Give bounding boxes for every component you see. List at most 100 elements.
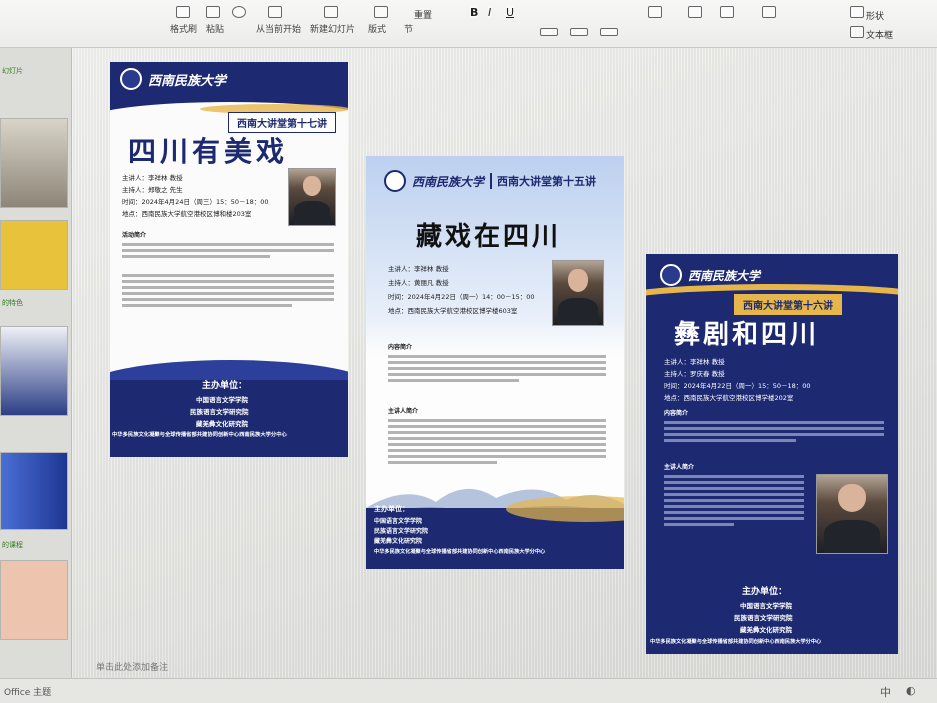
speaker-portrait [552,260,604,326]
slide-thumbnail[interactable] [0,452,68,530]
sponsor-item: 中国语言文学学院 [374,518,423,525]
school-name: 西南民族大学 [688,268,761,283]
play-icon[interactable] [268,6,282,18]
slide-thumbnail[interactable] [0,118,68,208]
school-seal-icon [660,264,682,286]
scissors-icon[interactable] [232,6,246,18]
theme-label: Office 主题 [4,688,52,698]
thumbnail-label: 的特色 [2,299,23,307]
speaker-line: 主讲人：李祥林 教授 [664,358,725,366]
format-painter-button[interactable]: 格式刷 [170,22,197,35]
columns-icon[interactable] [720,6,734,18]
bio-text [388,416,606,467]
intro-text [664,418,884,445]
ribbon-toolbar: 格式刷 粘贴 从当前开始 新建幻灯片 版式 重置 节 B I U 形状 文本框 [0,0,937,48]
poster-yi-opera[interactable]: 西南民族大学 西南大讲堂第十六讲 彝剧和四川 主讲人：李祥林 教授 主持人：罗庆… [646,254,898,654]
status-bar: Office 主题 中 ◐ [0,678,937,703]
speaker-portrait [816,474,888,554]
school-seal-icon [120,68,142,90]
notes-placeholder[interactable]: 单击此处添加备注 [96,660,168,673]
school-logo: 西南民族大学 [660,264,898,286]
sponsor-item: 中华多民族文化凝聚与全球传播省部共建协同创新中心西南民族大学分中心 [374,549,546,555]
thumbnail-label: 幻灯片 [2,67,23,75]
slide-thumbnail-pane: 幻灯片 的特色 的课程 [0,48,72,678]
school-name: 西南民族大学 [148,73,227,89]
start-from-current-button[interactable]: 从当前开始 [256,22,301,35]
host-line: 主持人：黄丽凡 教授 [388,279,449,287]
school-logo: 西南民族大学 西南大讲堂第十五讲 [384,170,624,192]
ime-indicator[interactable]: 中 [880,684,891,700]
poster-sichuan-opera[interactable]: 西南民族大学 西南大讲堂第十七讲 四川有美戏 主讲人：李祥林 教授 主持人：郑敬… [110,62,348,457]
bold-icon[interactable]: B [470,6,479,19]
poster-title: 四川有美戏 [128,135,289,168]
intro-text [388,352,606,385]
shape-button[interactable]: 形状 [866,9,884,22]
thumbnail-label: 的课程 [2,541,23,549]
new-slide-button[interactable]: 新建幻灯片 [310,22,355,35]
poster-title: 藏戏在四川 [416,222,562,252]
sponsor-item: 中华多民族文化凝聚与全球传播省部共建协同创新中心西南民族大学分中心 [650,639,822,645]
sponsor-item: 藏羌彝文化研究院 [740,626,792,634]
slide-thumbnail[interactable] [0,220,68,290]
event-info: 主讲人：李祥林 教授 主持人：黄丽凡 教授 时间：2024年4月22日（周一）1… [388,262,558,318]
shape-icon[interactable] [850,6,864,18]
format-painter-icon[interactable] [176,6,190,18]
sponsor-heading: 主办单位： [374,505,409,513]
lecture-badge: 西南大讲堂第十六讲 [734,294,842,315]
poster-tibetan-opera[interactable]: 西南民族大学 西南大讲堂第十五讲 藏戏在四川 主讲人：李祥林 教授 主持人：黄丽… [366,156,624,569]
intro-text [122,240,334,310]
intro-heading: 活动简介 [122,232,147,239]
underline-icon[interactable]: U [506,6,515,19]
layout-button[interactable]: 版式 [368,22,386,35]
layout-icon[interactable] [374,6,388,18]
school-seal-icon [384,170,406,192]
time-line: 时间：2024年4月24日（周三）15：50－18：00 [122,198,269,206]
sponsor-item: 中国语言文学学院 [196,396,248,404]
sponsor-item: 中华多民族文化凝聚与全球传播省部共建协同创新中心西南民族大学分中心 [112,432,287,438]
italic-icon[interactable]: I [488,6,492,19]
place-line: 地点：西南民族大学航空港校区博学楼603室 [388,307,518,315]
align-left-icon[interactable] [540,28,558,36]
place-line: 地点：西南民族大学航空港校区博和楼203室 [122,210,252,218]
poster-title: 彝剧和四川 [674,320,820,350]
textbox-button[interactable]: 文本框 [866,28,893,41]
new-slide-icon[interactable] [324,6,338,18]
speaker-line: 主讲人：李祥林 教授 [388,265,449,273]
event-info: 主讲人：李祥林 教授 主持人：罗庆春 教授 时间：2024年4月22日（周一）1… [664,356,884,404]
sponsor-heading: 主办单位： [202,381,248,391]
align-right-icon[interactable] [600,28,618,36]
speaker-portrait [288,168,336,226]
time-line: 时间：2024年4月22日（周一）14：00－15：00 [388,293,535,301]
reset-button[interactable]: 重置 [414,8,432,21]
host-line: 主持人：郑敬之 先生 [122,186,183,194]
slide-thumbnail[interactable] [0,560,68,640]
sponsor-item: 民族语言文学研究院 [374,528,429,535]
lecture-badge: 西南大讲堂第十五讲 [490,173,596,189]
align-center-icon[interactable] [570,28,588,36]
intro-heading: 内容简介 [664,410,689,417]
line-spacing-icon[interactable] [648,6,662,18]
school-name: 西南民族大学 [412,174,485,189]
sponsor-item: 藏羌彝文化研究院 [196,420,248,428]
time-line: 时间：2024年4月22日（周一）15：50－18：00 [664,382,811,390]
paste-button[interactable]: 粘贴 [206,22,224,35]
text-direction-icon[interactable] [688,6,702,18]
place-line: 地点：西南民族大学航空港校区博学楼202室 [664,394,794,402]
school-logo: 西南民族大学 [120,68,348,90]
bio-text [664,472,804,529]
textbox-icon[interactable] [850,26,864,38]
sponsor-item: 中国语言文学学院 [740,602,792,610]
host-line: 主持人：罗庆春 教授 [664,370,725,378]
sponsor-item: 民族语言文学研究院 [190,408,249,416]
punctuation-icon[interactable]: ◐ [906,684,916,697]
bio-heading: 主讲人简介 [664,464,695,471]
bullets-icon[interactable] [762,6,776,18]
section-button[interactable]: 节 [404,22,413,35]
sponsor-item: 藏羌彝文化研究院 [374,538,423,545]
slide-thumbnail[interactable] [0,326,68,416]
paste-icon[interactable] [206,6,220,18]
intro-heading: 内容简介 [388,344,413,351]
bio-heading: 主讲人简介 [388,408,419,415]
speaker-line: 主讲人：李祥林 教授 [122,174,183,182]
event-info: 主讲人：李祥林 教授 主持人：郑敬之 先生 时间：2024年4月24日（周三）1… [122,172,287,220]
